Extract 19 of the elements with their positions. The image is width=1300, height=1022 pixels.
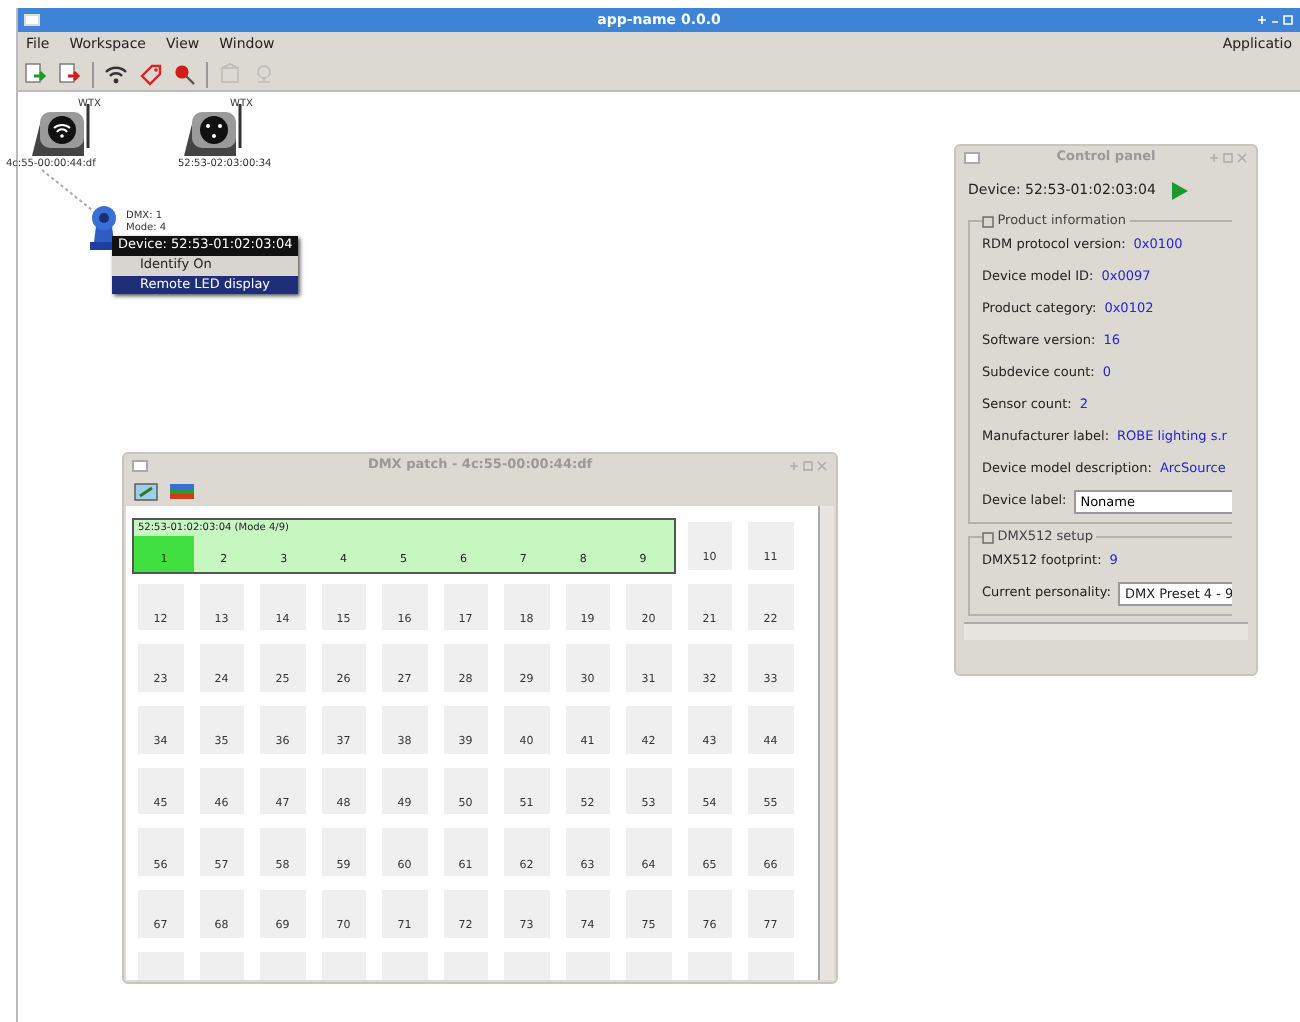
patch-icon[interactable] <box>134 482 158 502</box>
window-icon <box>964 152 980 164</box>
scrollbar[interactable] <box>964 622 1248 640</box>
window-icon <box>24 14 40 26</box>
group-icon <box>982 531 994 544</box>
wifi-icon[interactable] <box>104 62 128 86</box>
connection-line <box>38 168 98 212</box>
moving-head-icon[interactable] <box>86 202 122 250</box>
import-icon[interactable] <box>24 62 48 86</box>
tag-icon[interactable] <box>138 62 162 86</box>
window-controls-icon[interactable] <box>1208 152 1248 164</box>
channels-icon[interactable] <box>170 482 194 502</box>
scrollbar[interactable] <box>818 506 834 980</box>
group-icon <box>982 215 994 228</box>
pin-icon[interactable] <box>172 62 196 86</box>
export-icon[interactable] <box>58 62 82 86</box>
window-icon <box>132 460 148 472</box>
window-controls-icon[interactable] <box>788 460 828 472</box>
play-icon[interactable] <box>1171 182 1188 200</box>
